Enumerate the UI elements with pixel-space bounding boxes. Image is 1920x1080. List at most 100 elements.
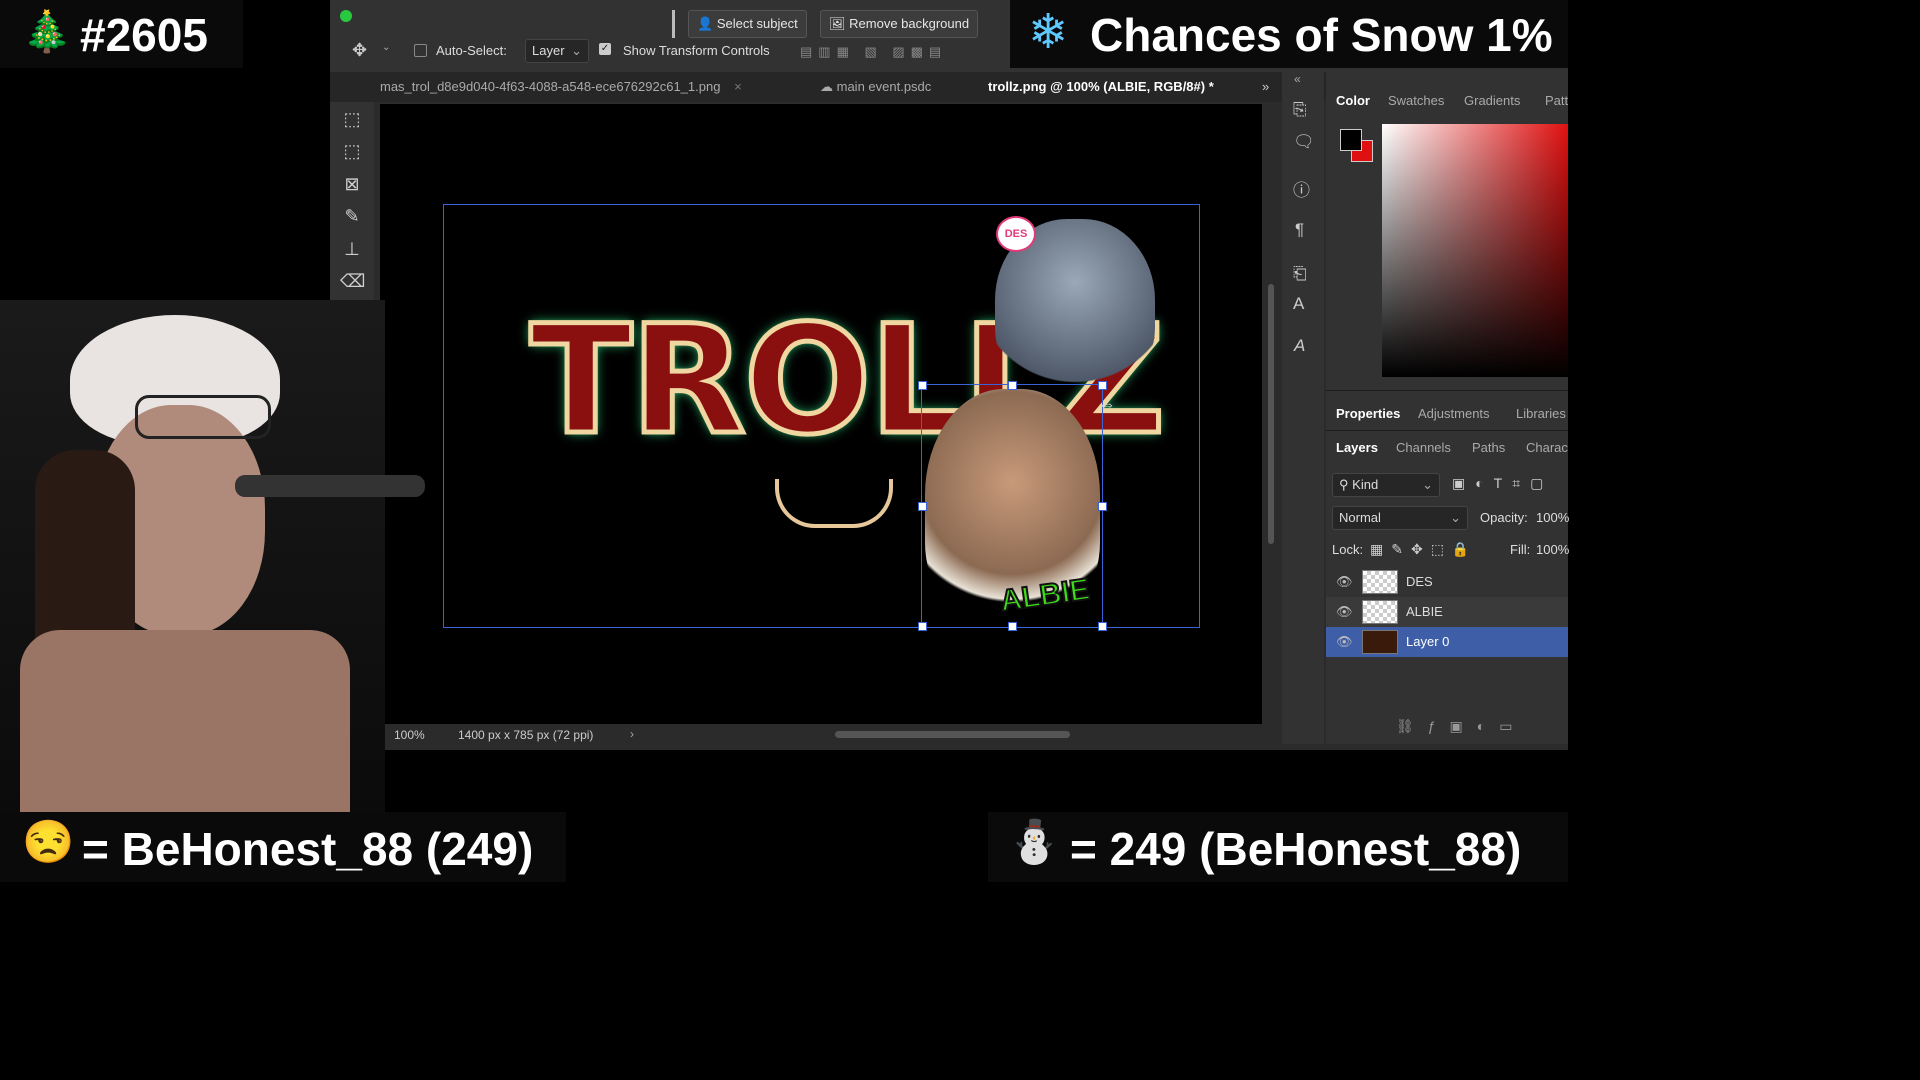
- more-tabs-icon[interactable]: »: [1262, 79, 1269, 94]
- remove-background-button[interactable]: 🖼 Remove background: [820, 10, 979, 38]
- collapse-icon[interactable]: «: [1294, 72, 1301, 86]
- tab-patterns[interactable]: Patt: [1545, 93, 1568, 108]
- info-icon[interactable]: ⓘ: [1293, 176, 1310, 201]
- snowman-icon: ⛄: [1008, 818, 1061, 865]
- glasses: [135, 395, 271, 439]
- transform-handle[interactable]: [918, 381, 927, 390]
- vertical-scrollbar[interactable]: [1266, 104, 1276, 724]
- fill-value[interactable]: 100%: [1536, 542, 1569, 557]
- visibility-eye-icon[interactable]: 👁: [1336, 574, 1353, 590]
- stream-number: #2605: [80, 9, 208, 61]
- tab-label: main event.psdc: [836, 79, 932, 94]
- opacity-label: Opacity:: [1480, 510, 1528, 525]
- layer-name: ALBIE: [1406, 604, 1443, 619]
- tab-layers[interactable]: Layers: [1336, 440, 1378, 455]
- tab-adjustments[interactable]: Adjustments: [1418, 406, 1490, 421]
- tab-gradients[interactable]: Gradients: [1464, 93, 1520, 108]
- layer-filter-dropdown[interactable]: ⚲ Kind ⌄: [1332, 473, 1440, 497]
- canvas-area[interactable]: TROLLZ DES ALBIE ⇔: [380, 104, 1262, 724]
- divider: [672, 10, 675, 38]
- divider: [1326, 390, 1568, 391]
- tab-paths[interactable]: Paths: [1472, 440, 1505, 455]
- snowman-counter-text: = 249 (BeHonest_88): [1070, 823, 1522, 875]
- layer-row-layer-0[interactable]: 👁 Layer 0: [1326, 627, 1568, 657]
- layer-row-des[interactable]: 👁 DES: [1326, 567, 1568, 597]
- paragraph-icon[interactable]: ¶: [1295, 220, 1304, 240]
- cloud-icon: ☁: [820, 79, 833, 94]
- layer-row-albie[interactable]: 👁 ALBIE: [1326, 597, 1568, 627]
- chevron-down-icon: ⌄: [571, 43, 582, 58]
- transform-handle[interactable]: [1098, 622, 1107, 631]
- tab-color[interactable]: Color: [1336, 93, 1370, 108]
- tab-libraries[interactable]: Libraries: [1516, 406, 1566, 421]
- image-icon: 🖼: [829, 16, 846, 31]
- tab-main-event[interactable]: ☁ main event.psdc: [820, 79, 931, 95]
- horizontal-scroll-thumb[interactable]: [835, 731, 1070, 738]
- window-zoom-button[interactable]: [340, 10, 352, 22]
- stamp-tool-icon[interactable]: ⊥: [340, 237, 364, 261]
- person-icon: 👤: [697, 16, 714, 31]
- chevron-down-icon: ⌄: [1450, 510, 1461, 525]
- move-tool-icon[interactable]: ✥: [352, 40, 367, 61]
- resize-cursor-icon: ⇔: [1098, 394, 1116, 414]
- comment-icon[interactable]: 🗨: [1293, 132, 1315, 152]
- transform-handle[interactable]: [1008, 622, 1017, 631]
- unamused-face-icon: 😒: [22, 818, 75, 865]
- layer-thumbnail: [1362, 630, 1398, 654]
- healing-brush-icon[interactable]: ✎: [340, 204, 364, 228]
- layer-action-icons[interactable]: ⛓ƒ▣◐▭: [1396, 718, 1526, 735]
- tab-character[interactable]: Charac: [1526, 440, 1568, 455]
- tab-channels[interactable]: Channels: [1396, 440, 1451, 455]
- auto-select-dropdown[interactable]: Layer ⌄: [525, 39, 589, 63]
- chevron-down-icon[interactable]: ⌄: [382, 42, 390, 53]
- lock-icons[interactable]: ▦✎✥⬚🔒: [1370, 541, 1477, 558]
- close-icon[interactable]: ×: [734, 79, 742, 94]
- visibility-eye-icon[interactable]: 👁: [1336, 604, 1353, 620]
- marquee-tool-icon[interactable]: ⬚: [340, 107, 364, 131]
- neon-tail: [775, 479, 893, 528]
- snow-chance-box: ❄ Chances of Snow 1%: [1010, 0, 1568, 68]
- fill-label: Fill:: [1510, 542, 1531, 557]
- tab-swatches[interactable]: Swatches: [1388, 93, 1444, 108]
- snowflake-icon: ❄: [1028, 6, 1069, 59]
- stream-number-box: 🎄 #2605: [0, 0, 243, 68]
- visibility-eye-icon[interactable]: 👁: [1336, 634, 1353, 650]
- transform-handle[interactable]: [1098, 502, 1107, 511]
- scroll-thumb[interactable]: [1268, 284, 1274, 544]
- snow-chance-text: Chances of Snow 1%: [1090, 9, 1553, 61]
- blend-mode-value: Normal: [1339, 510, 1381, 525]
- transform-handle[interactable]: [918, 502, 927, 511]
- tab-trollz[interactable]: trollz.png @ 100% (ALBIE, RGB/8#) *: [988, 79, 1214, 94]
- transform-bounding-box[interactable]: [918, 381, 1107, 631]
- tab-properties[interactable]: Properties: [1336, 406, 1400, 421]
- search-icon: ⚲: [1339, 477, 1349, 492]
- transform-handle[interactable]: [1008, 381, 1017, 390]
- eraser-tool-icon[interactable]: ⌫: [340, 269, 365, 293]
- status-bar: 100% 1400 px x 785 px (72 ppi) ›: [380, 724, 1262, 746]
- align-icons[interactable]: ▤▥▦ ▧ ▨▩▤: [800, 44, 947, 60]
- auto-select-checkbox[interactable]: [414, 44, 427, 57]
- character-style-icon[interactable]: A: [1293, 294, 1304, 314]
- tab-troll-png[interactable]: mas_trol_d8e9d040-4f63-4088-a548-ece6762…: [380, 79, 742, 94]
- top-chatter-box: 😒 = BeHonest_88 (249): [0, 812, 566, 882]
- des-bubble: DES: [996, 216, 1036, 252]
- document-size: 1400 px x 785 px (72 ppi): [458, 728, 594, 742]
- layer-filter-icons[interactable]: ▣◐T⌗▢: [1452, 475, 1553, 492]
- foreground-color-swatch[interactable]: [1340, 129, 1362, 151]
- transform-handle[interactable]: [1098, 381, 1107, 390]
- blend-mode-dropdown[interactable]: Normal ⌄: [1332, 506, 1468, 530]
- select-subject-button[interactable]: 👤 Select subject: [688, 10, 807, 38]
- frame-tool-icon[interactable]: ⊠: [340, 172, 364, 196]
- remove-background-label: Remove background: [849, 16, 970, 31]
- type-icon[interactable]: A: [1294, 336, 1305, 356]
- object-select-tool-icon[interactable]: ⬚: [340, 139, 364, 163]
- opacity-value[interactable]: 100%: [1536, 510, 1569, 525]
- zoom-level[interactable]: 100%: [394, 728, 425, 742]
- chevron-right-icon[interactable]: ›: [630, 727, 634, 741]
- glyphs-icon[interactable]: ⎗: [1293, 264, 1307, 284]
- select-subject-label: Select subject: [716, 16, 798, 31]
- show-transform-checkbox[interactable]: ✓: [599, 43, 611, 55]
- color-picker-field[interactable]: [1382, 124, 1568, 377]
- history-icon[interactable]: ⎘: [1293, 100, 1307, 120]
- transform-handle[interactable]: [918, 622, 927, 631]
